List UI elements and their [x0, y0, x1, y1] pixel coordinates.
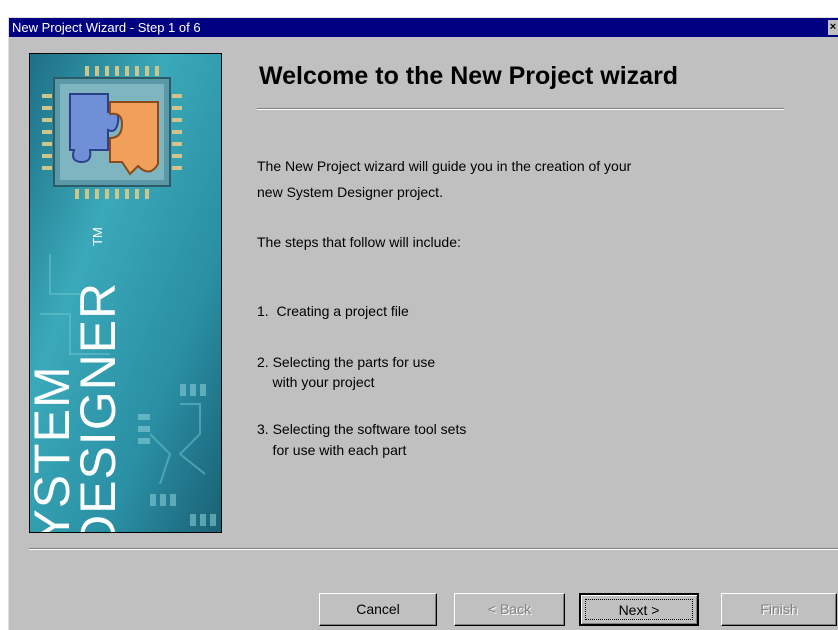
brand-line-system: SYSTEM	[29, 365, 80, 533]
step-2-line-1: 2. Selecting the parts for use	[257, 354, 436, 370]
step-1: 1. Creating a project file	[257, 303, 409, 319]
step-3-line-2: for use with each part	[257, 442, 407, 458]
brand-line-designer: DESIGNER	[70, 281, 126, 533]
finish-button[interactable]: Finish	[721, 593, 837, 626]
step-2-line-2: with your project	[257, 374, 375, 390]
brand-wordmark: SYSTEM DESIGNER TM	[29, 54, 221, 533]
page-title: Welcome to the New Project wizard	[259, 62, 679, 90]
window-title: New Project Wizard - Step 1 of 6	[12, 20, 201, 35]
trademark-mark: TM	[89, 227, 105, 246]
button-divider	[29, 548, 838, 550]
heading-divider	[257, 108, 784, 110]
steps-intro: The steps that follow will include:	[257, 234, 461, 250]
step-3-line-1: 3. Selecting the software tool sets	[257, 421, 467, 437]
title-bar[interactable]: New Project Wizard - Step 1 of 6 ×	[9, 18, 838, 37]
wizard-banner-image: SYSTEM DESIGNER TM	[29, 53, 222, 533]
next-button-label: Next >	[618, 602, 660, 618]
wizard-window: New Project Wizard - Step 1 of 6 × SYSTE…	[8, 17, 838, 630]
close-icon[interactable]: ×	[828, 20, 838, 35]
intro-line-1: The New Project wizard will guide you in…	[257, 158, 632, 174]
next-button[interactable]: Next >	[579, 593, 699, 626]
intro-line-2: new System Designer project.	[257, 184, 443, 200]
back-button[interactable]: < Back	[454, 593, 565, 626]
cancel-button[interactable]: Cancel	[319, 593, 437, 626]
